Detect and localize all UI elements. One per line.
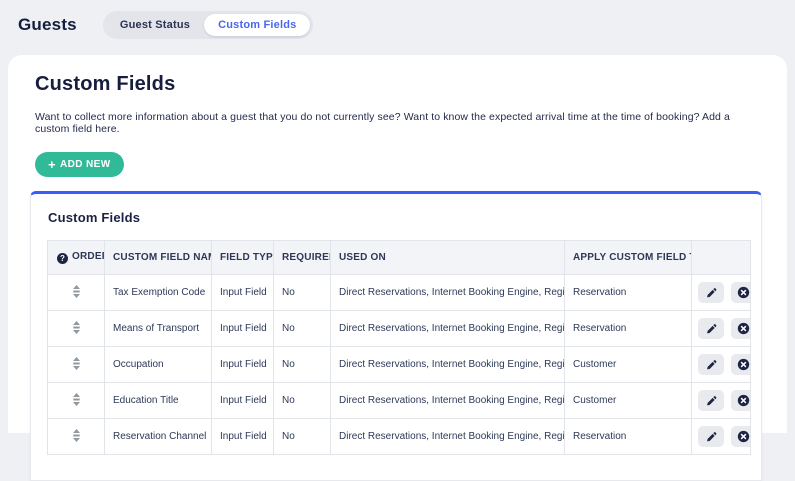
field-type: Input Field: [212, 347, 274, 383]
delete-button[interactable]: [731, 354, 751, 375]
order-cell: [48, 419, 105, 455]
actions-cell: [692, 311, 751, 347]
top-bar: Guests Guest Status Custom Fields: [0, 0, 795, 48]
used-on-value: Direct Reservations, Internet Booking En…: [331, 311, 565, 347]
field-type: Input Field: [212, 383, 274, 419]
circle-x-icon: [737, 286, 750, 299]
section-description: Want to collect more information about a…: [35, 111, 762, 135]
help-icon[interactable]: ?: [57, 253, 68, 264]
page-title: Guests: [18, 15, 77, 35]
column-header-field-type: FIELD TYPE: [212, 241, 274, 275]
add-new-button[interactable]: + ADD NEW: [35, 152, 124, 177]
section-heading: Custom Fields: [35, 73, 762, 96]
required-value: No: [274, 275, 331, 311]
table-row: Education Title Input Field No Direct Re…: [48, 383, 751, 419]
field-type: Input Field: [212, 275, 274, 311]
circle-x-icon: [737, 394, 750, 407]
pencil-icon: [705, 359, 717, 371]
drag-handle-icon[interactable]: [72, 285, 81, 298]
order-cell: [48, 383, 105, 419]
edit-button[interactable]: [698, 390, 724, 411]
custom-field-name: Occupation: [105, 347, 212, 383]
column-header-name: CUSTOM FIELD NAME: [105, 241, 212, 275]
apply-to-value: Customer: [565, 347, 692, 383]
card-title: Custom Fields: [48, 210, 746, 225]
used-on-value: Direct Reservations, Internet Booking En…: [331, 383, 565, 419]
content-panel: Custom Fields Want to collect more infor…: [8, 55, 787, 433]
custom-field-name: Means of Transport: [105, 311, 212, 347]
apply-to-value: Reservation: [565, 275, 692, 311]
table-header-row: ?ORDER CUSTOM FIELD NAME FIELD TYPE REQU…: [48, 241, 751, 275]
used-on-value: Direct Reservations, Internet Booking En…: [331, 419, 565, 455]
table-row: Occupation Input Field No Direct Reserva…: [48, 347, 751, 383]
custom-fields-table: ?ORDER CUSTOM FIELD NAME FIELD TYPE REQU…: [47, 240, 751, 455]
custom-field-name: Education Title: [105, 383, 212, 419]
field-type: Input Field: [212, 419, 274, 455]
required-value: No: [274, 419, 331, 455]
drag-handle-icon[interactable]: [72, 321, 81, 334]
used-on-value: Direct Reservations, Internet Booking En…: [331, 347, 565, 383]
actions-cell: [692, 275, 751, 311]
field-type: Input Field: [212, 311, 274, 347]
table-row: Reservation Channel Input Field No Direc…: [48, 419, 751, 455]
circle-x-icon: [737, 430, 750, 443]
order-cell: [48, 275, 105, 311]
actions-cell: [692, 383, 751, 419]
apply-to-value: Reservation: [565, 419, 692, 455]
delete-button[interactable]: [731, 426, 751, 447]
pencil-icon: [705, 395, 717, 407]
edit-button[interactable]: [698, 282, 724, 303]
edit-button[interactable]: [698, 318, 724, 339]
drag-handle-icon[interactable]: [72, 429, 81, 442]
table-row: Tax Exemption Code Input Field No Direct…: [48, 275, 751, 311]
actions-cell: [692, 419, 751, 455]
order-cell: [48, 311, 105, 347]
custom-field-name: Tax Exemption Code: [105, 275, 212, 311]
drag-handle-icon[interactable]: [72, 357, 81, 370]
tab-custom-fields[interactable]: Custom Fields: [204, 14, 310, 36]
apply-to-value: Customer: [565, 383, 692, 419]
used-on-value: Direct Reservations, Internet Booking En…: [331, 275, 565, 311]
edit-button[interactable]: [698, 426, 724, 447]
delete-button[interactable]: [731, 318, 751, 339]
drag-handle-icon[interactable]: [72, 393, 81, 406]
tab-guest-status[interactable]: Guest Status: [106, 14, 204, 36]
column-header-order: ?ORDER: [48, 241, 105, 275]
pencil-icon: [705, 323, 717, 335]
apply-to-value: Reservation: [565, 311, 692, 347]
add-new-label: ADD NEW: [60, 159, 111, 170]
pencil-icon: [705, 287, 717, 299]
custom-field-name: Reservation Channel: [105, 419, 212, 455]
required-value: No: [274, 347, 331, 383]
delete-button[interactable]: [731, 282, 751, 303]
plus-icon: +: [48, 158, 56, 171]
actions-cell: [692, 347, 751, 383]
column-header-apply-to: APPLY CUSTOM FIELD TO: [565, 241, 692, 275]
custom-fields-card: Custom Fields ?ORDER CUSTOM FIELD NAME F…: [30, 191, 762, 481]
delete-button[interactable]: [731, 390, 751, 411]
column-header-actions: [692, 241, 751, 275]
required-value: No: [274, 383, 331, 419]
edit-button[interactable]: [698, 354, 724, 375]
circle-x-icon: [737, 322, 750, 335]
pencil-icon: [705, 431, 717, 443]
column-header-required: REQUIRED: [274, 241, 331, 275]
order-cell: [48, 347, 105, 383]
column-header-used-on: USED ON: [331, 241, 565, 275]
required-value: No: [274, 311, 331, 347]
table-row: Means of Transport Input Field No Direct…: [48, 311, 751, 347]
circle-x-icon: [737, 358, 750, 371]
tab-group: Guest Status Custom Fields: [103, 11, 314, 39]
